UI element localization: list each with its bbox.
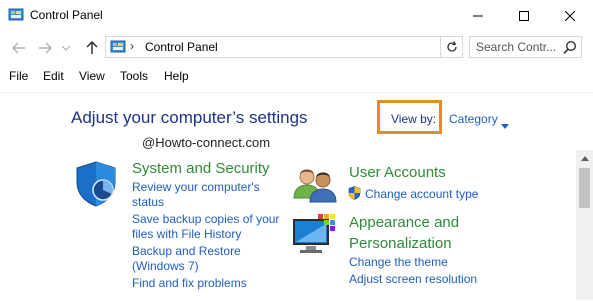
link-change-theme[interactable]: Change the theme — [349, 255, 448, 271]
link-review-status-1[interactable]: Review your computer's — [132, 180, 260, 196]
control-panel-icon — [8, 7, 24, 23]
search-box[interactable] — [469, 36, 582, 58]
menu-help[interactable]: Help — [164, 69, 189, 83]
menu-file[interactable]: File — [9, 69, 28, 83]
forward-arrow-icon — [39, 42, 52, 54]
link-backup-restore-2[interactable]: (Windows 7) — [132, 259, 199, 275]
window-title: Control Panel — [30, 8, 103, 22]
refresh-button[interactable] — [441, 36, 463, 58]
maximize-icon — [519, 10, 529, 21]
chevron-down-icon[interactable] — [501, 116, 509, 134]
link-backup-restore-1[interactable]: Backup and Restore — [132, 244, 241, 260]
control-panel-icon — [110, 40, 126, 54]
link-review-status-2[interactable]: status — [132, 195, 164, 211]
minimize-button[interactable] — [455, 0, 501, 31]
monitor-palette-icon[interactable] — [292, 212, 340, 261]
search-icon[interactable] — [563, 40, 577, 59]
title-bar: Control Panel — [0, 0, 593, 31]
link-change-account-type[interactable]: Change account type — [365, 187, 478, 203]
back-button[interactable] — [10, 39, 28, 57]
view-by-dropdown[interactable]: Category — [449, 112, 498, 126]
search-input[interactable] — [470, 37, 566, 57]
user-accounts-title[interactable]: User Accounts — [349, 162, 446, 183]
view-by-label: View by: — [391, 112, 437, 126]
scroll-up-button[interactable] — [576, 150, 593, 167]
shield-icon[interactable] — [73, 160, 119, 213]
back-arrow-icon — [12, 42, 25, 54]
menu-bar: File Edit View Tools Help — [0, 66, 593, 86]
menu-edit[interactable]: Edit — [43, 69, 64, 83]
page-title: Adjust your computer’s settings — [71, 108, 308, 127]
up-button[interactable] — [83, 39, 101, 57]
forward-button[interactable] — [36, 39, 54, 57]
close-icon — [565, 10, 575, 21]
recent-dropdown-icon — [62, 45, 70, 51]
vertical-scrollbar[interactable] — [576, 150, 593, 300]
up-arrow-icon — [86, 41, 98, 54]
menu-view[interactable]: View — [79, 69, 105, 83]
refresh-icon — [446, 41, 457, 52]
breadcrumb-control-panel[interactable]: Control Panel — [145, 40, 218, 54]
address-bar[interactable]: › Control Panel — [105, 36, 441, 58]
users-icon[interactable] — [292, 164, 340, 209]
uac-shield-icon — [348, 186, 361, 205]
link-file-history-1[interactable]: Save backup copies of your — [132, 212, 279, 228]
link-find-fix-problems[interactable]: Find and fix problems — [132, 276, 247, 292]
recent-locations-button[interactable] — [60, 39, 72, 57]
breadcrumb-separator[interactable]: › — [130, 39, 134, 53]
appearance-title-line1[interactable]: Appearance and — [349, 212, 459, 233]
menu-tools[interactable]: Tools — [120, 69, 148, 83]
minimize-icon — [473, 15, 483, 16]
link-adjust-resolution[interactable]: Adjust screen resolution — [349, 272, 477, 288]
watermark: @Howto-connect.com — [142, 135, 271, 150]
system-security-title[interactable]: System and Security — [132, 158, 270, 179]
maximize-button[interactable] — [501, 0, 547, 31]
link-file-history-2[interactable]: files with File History — [132, 227, 241, 243]
chevron-up-icon — [580, 156, 589, 161]
scroll-thumb[interactable] — [579, 168, 590, 208]
appearance-title-line2[interactable]: Personalization — [349, 233, 452, 254]
close-button[interactable] — [547, 0, 593, 31]
